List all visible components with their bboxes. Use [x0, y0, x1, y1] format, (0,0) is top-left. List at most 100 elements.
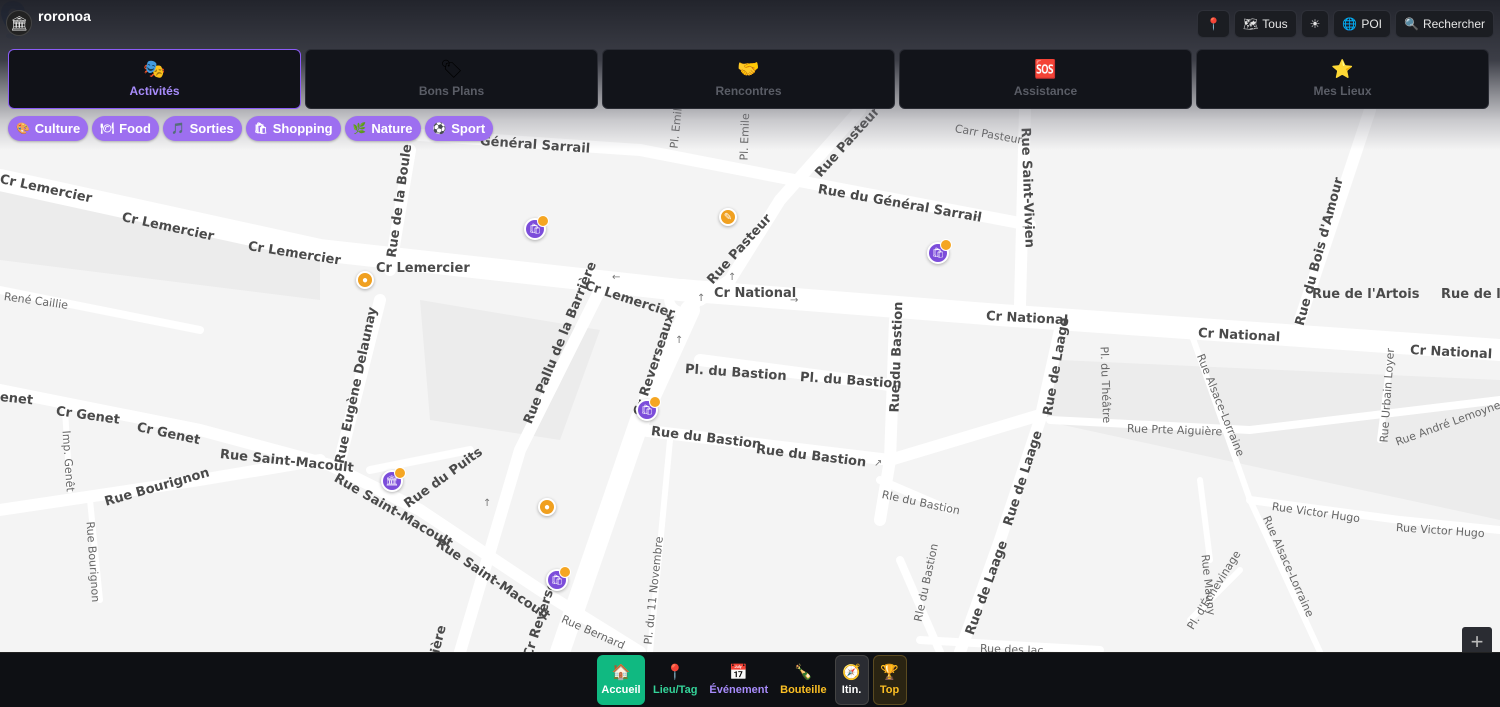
nav-label: Bouteille [780, 683, 827, 696]
poi-marker[interactable]: 🛍 [524, 215, 549, 240]
chip-label: Sorties [189, 121, 234, 136]
sun-icon: ☀ [1309, 17, 1321, 31]
ball-icon: ⚽ [432, 123, 447, 135]
chip-culture[interactable]: 🎨 Culture [8, 116, 89, 141]
shopping-icon: 🛍 [253, 123, 268, 135]
poi-label: POI [1361, 17, 1383, 31]
calendar-icon: 📅 [729, 663, 749, 681]
tab-assistance[interactable]: 🆘 Assistance [899, 49, 1192, 109]
tab-bons-plans[interactable]: 🏷 Bons Plans [305, 49, 598, 109]
bank-icon: 🏛 [6, 10, 32, 36]
street-label: Cr National [714, 286, 797, 301]
poi-marker[interactable]: ✎ [719, 208, 737, 226]
tab-mes-lieux[interactable]: ⭐ Mes Lieux [1196, 49, 1489, 109]
tab-rencontres[interactable]: 🤝 Rencontres [602, 49, 895, 109]
svg-text:↑: ↑ [728, 272, 736, 283]
nav-top[interactable]: 🏆 Top [872, 655, 907, 705]
star-badge-icon [537, 215, 549, 227]
tab-activites[interactable]: 🎭 Activités [8, 49, 301, 109]
chip-food[interactable]: 🍽 Food [92, 116, 159, 141]
map-icon: 🗺 [1243, 17, 1259, 31]
chip-nature[interactable]: 🌿 Nature [344, 116, 421, 141]
svg-text:↗: ↗ [874, 458, 882, 469]
star-badge-icon [559, 566, 571, 578]
street-label: Pl. du Théâtre [1097, 346, 1114, 424]
bottle-icon: 🍾 [794, 663, 813, 681]
street-label: enet [0, 390, 34, 409]
chip-label: Food [119, 121, 151, 136]
food-icon: ● [361, 274, 369, 286]
search-label: Rechercher [1422, 17, 1485, 31]
street-label: Pl. Emile [737, 113, 753, 161]
tab-label: Rencontres [715, 84, 782, 98]
nav-bouteille[interactable]: 🍾 Bouteille [776, 655, 830, 705]
tab-label: Mes Lieux [1313, 84, 1372, 98]
theater-masks-icon: 🎭 [143, 59, 166, 79]
nav-evenement[interactable]: 📅 Événement [705, 655, 772, 705]
chip-sport[interactable]: ⚽ Sport [424, 116, 494, 141]
filter-all-button[interactable]: 🗺 Tous [1234, 10, 1297, 38]
chip-label: Nature [371, 121, 413, 136]
nav-label: Itin. [841, 683, 862, 696]
nav-label: Lieu/Tag [653, 683, 698, 696]
poi-button[interactable]: 🌐 POI [1333, 10, 1392, 38]
pin-icon: 📍 [665, 663, 685, 681]
poi-marker[interactable]: ● [538, 498, 556, 516]
poi-marker[interactable]: 🛍 [927, 239, 952, 264]
star-badge-icon [649, 396, 661, 408]
sos-icon: 🆘 [1034, 59, 1057, 79]
food-icon: ✎ [723, 211, 733, 223]
street-label: Rue de l'Ar [1441, 287, 1500, 302]
search-icon: 🔍 [1404, 17, 1419, 31]
svg-text:↑: ↑ [483, 498, 491, 509]
main-tabs: 🎭 Activités 🏷 Bons Plans 🤝 Rencontres 🆘 … [8, 49, 1489, 109]
nav-label: Top [879, 683, 900, 696]
svg-text:↑: ↑ [675, 335, 683, 346]
compass-icon: 🧭 [842, 663, 861, 681]
palette-icon: 🎨 [16, 123, 30, 135]
theme-toggle-button[interactable]: ☀ [1300, 10, 1330, 38]
filter-all-label: Tous [1262, 17, 1288, 31]
poi-marker[interactable]: 🏛 [381, 467, 406, 492]
star-badge-icon [394, 467, 406, 479]
tab-label: Assistance [1013, 84, 1078, 98]
bottom-nav: 🏠 Accueil 📍 Lieu/Tag 📅 Événement 🍾 Boute… [597, 655, 907, 705]
brand: 🏛 roronoa [6, 6, 91, 36]
poi-marker[interactable]: 🛍 [636, 396, 661, 421]
music-icon: 🎵 [170, 123, 185, 135]
search-button[interactable]: 🔍 Rechercher [1395, 10, 1494, 38]
tab-label: Bons Plans [418, 84, 485, 98]
street-label: Cr Lemercier [376, 261, 470, 276]
tag-icon: 🏷 [440, 59, 463, 79]
star-icon: ⭐ [1331, 59, 1354, 79]
chip-sorties[interactable]: 🎵 Sorties [162, 116, 242, 141]
svg-text:←: ← [612, 272, 620, 283]
star-badge-icon [940, 239, 952, 251]
chip-label: Shopping [272, 121, 333, 136]
category-chips: 🎨 Culture 🍽 Food 🎵 Sorties 🛍 Shopping 🌿 … [8, 116, 494, 141]
nav-lieu-tag[interactable]: 📍 Lieu/Tag [649, 655, 701, 705]
nav-label: Événement [709, 683, 769, 696]
nav-itineraire[interactable]: 🧭 Itin. [834, 655, 869, 705]
leaf-icon: 🌿 [352, 123, 367, 135]
poi-marker[interactable]: 🛍 [546, 566, 571, 591]
trophy-icon: 🏆 [880, 663, 899, 681]
food-icon: ● [543, 501, 551, 513]
handshake-icon: 🤝 [737, 59, 760, 79]
globe-icon: 🌐 [1342, 17, 1358, 31]
poi-marker[interactable]: ● [356, 271, 374, 289]
nav-accueil[interactable]: 🏠 Accueil [597, 655, 645, 705]
chip-label: Sport [451, 121, 486, 136]
app-name: roronoa [38, 8, 91, 24]
tab-label: Activités [129, 84, 180, 98]
chip-shopping[interactable]: 🛍 Shopping [245, 116, 341, 141]
chip-label: Culture [34, 121, 81, 136]
nav-label: Accueil [601, 683, 641, 696]
plate-icon: 🍽 [100, 123, 115, 135]
street-label: Rue de l'Artois [1312, 287, 1420, 302]
svg-text:↑: ↑ [697, 293, 705, 304]
location-button[interactable]: 📍 [1197, 10, 1231, 38]
home-icon: 🏠 [611, 663, 631, 681]
pin-icon: 📍 [1206, 17, 1222, 31]
top-actions: 📍 🗺 Tous ☀ 🌐 POI 🔍 Rechercher [1197, 10, 1494, 38]
